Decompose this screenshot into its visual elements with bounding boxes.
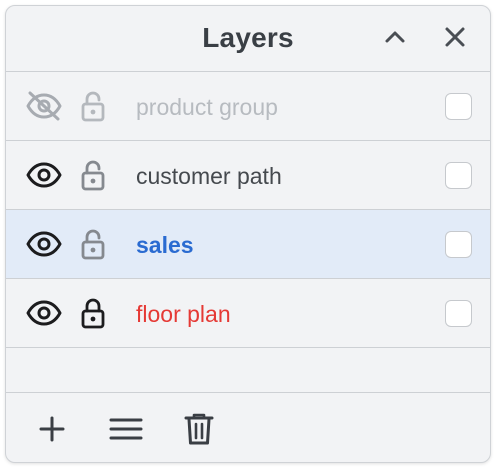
layers-panel: Layers product group customer path sales… [5, 5, 491, 463]
eye-icon [26, 162, 62, 188]
lock-toggle[interactable] [78, 295, 108, 331]
visibility-toggle[interactable] [24, 226, 64, 262]
panel-title: Layers [202, 22, 294, 53]
visibility-toggle[interactable] [24, 295, 64, 331]
unlock-icon [81, 91, 105, 122]
add-layer-button[interactable] [32, 409, 72, 449]
layer-name[interactable]: sales [136, 232, 194, 258]
eye-icon [26, 231, 62, 257]
eye-icon [26, 300, 62, 326]
lock-toggle[interactable] [78, 226, 108, 262]
menu-icon [109, 418, 143, 440]
lock-toggle[interactable] [78, 157, 108, 193]
chevron-up-icon [385, 31, 405, 43]
unlock-icon [81, 229, 105, 260]
layer-menu-button[interactable] [106, 409, 146, 449]
layer-name[interactable]: product group [136, 94, 278, 120]
visibility-toggle[interactable] [24, 88, 64, 124]
layer-checkbox[interactable] [445, 231, 472, 258]
layer-row[interactable]: customer path [6, 141, 490, 210]
delete-layer-button[interactable] [179, 409, 219, 449]
plus-icon [39, 416, 65, 442]
panel-header: Layers [6, 6, 490, 72]
layer-row[interactable]: product group [6, 72, 490, 141]
layer-name[interactable]: customer path [136, 163, 282, 189]
lock-icon [81, 298, 105, 329]
layer-row[interactable]: sales [6, 210, 490, 279]
layer-row[interactable]: floor plan [6, 279, 490, 348]
close-button[interactable] [438, 20, 472, 54]
visibility-toggle[interactable] [24, 157, 64, 193]
unlock-icon [81, 160, 105, 191]
layer-checkbox[interactable] [445, 162, 472, 189]
close-icon [445, 27, 465, 47]
collapse-button[interactable] [378, 20, 412, 54]
layer-name[interactable]: floor plan [136, 301, 231, 327]
layer-list: product group customer path sales floor … [6, 72, 490, 348]
trash-icon [184, 413, 214, 445]
lock-toggle[interactable] [78, 88, 108, 124]
layer-checkbox[interactable] [445, 300, 472, 327]
eye-off-icon [26, 91, 62, 121]
panel-footer [6, 392, 490, 462]
layer-checkbox[interactable] [445, 93, 472, 120]
